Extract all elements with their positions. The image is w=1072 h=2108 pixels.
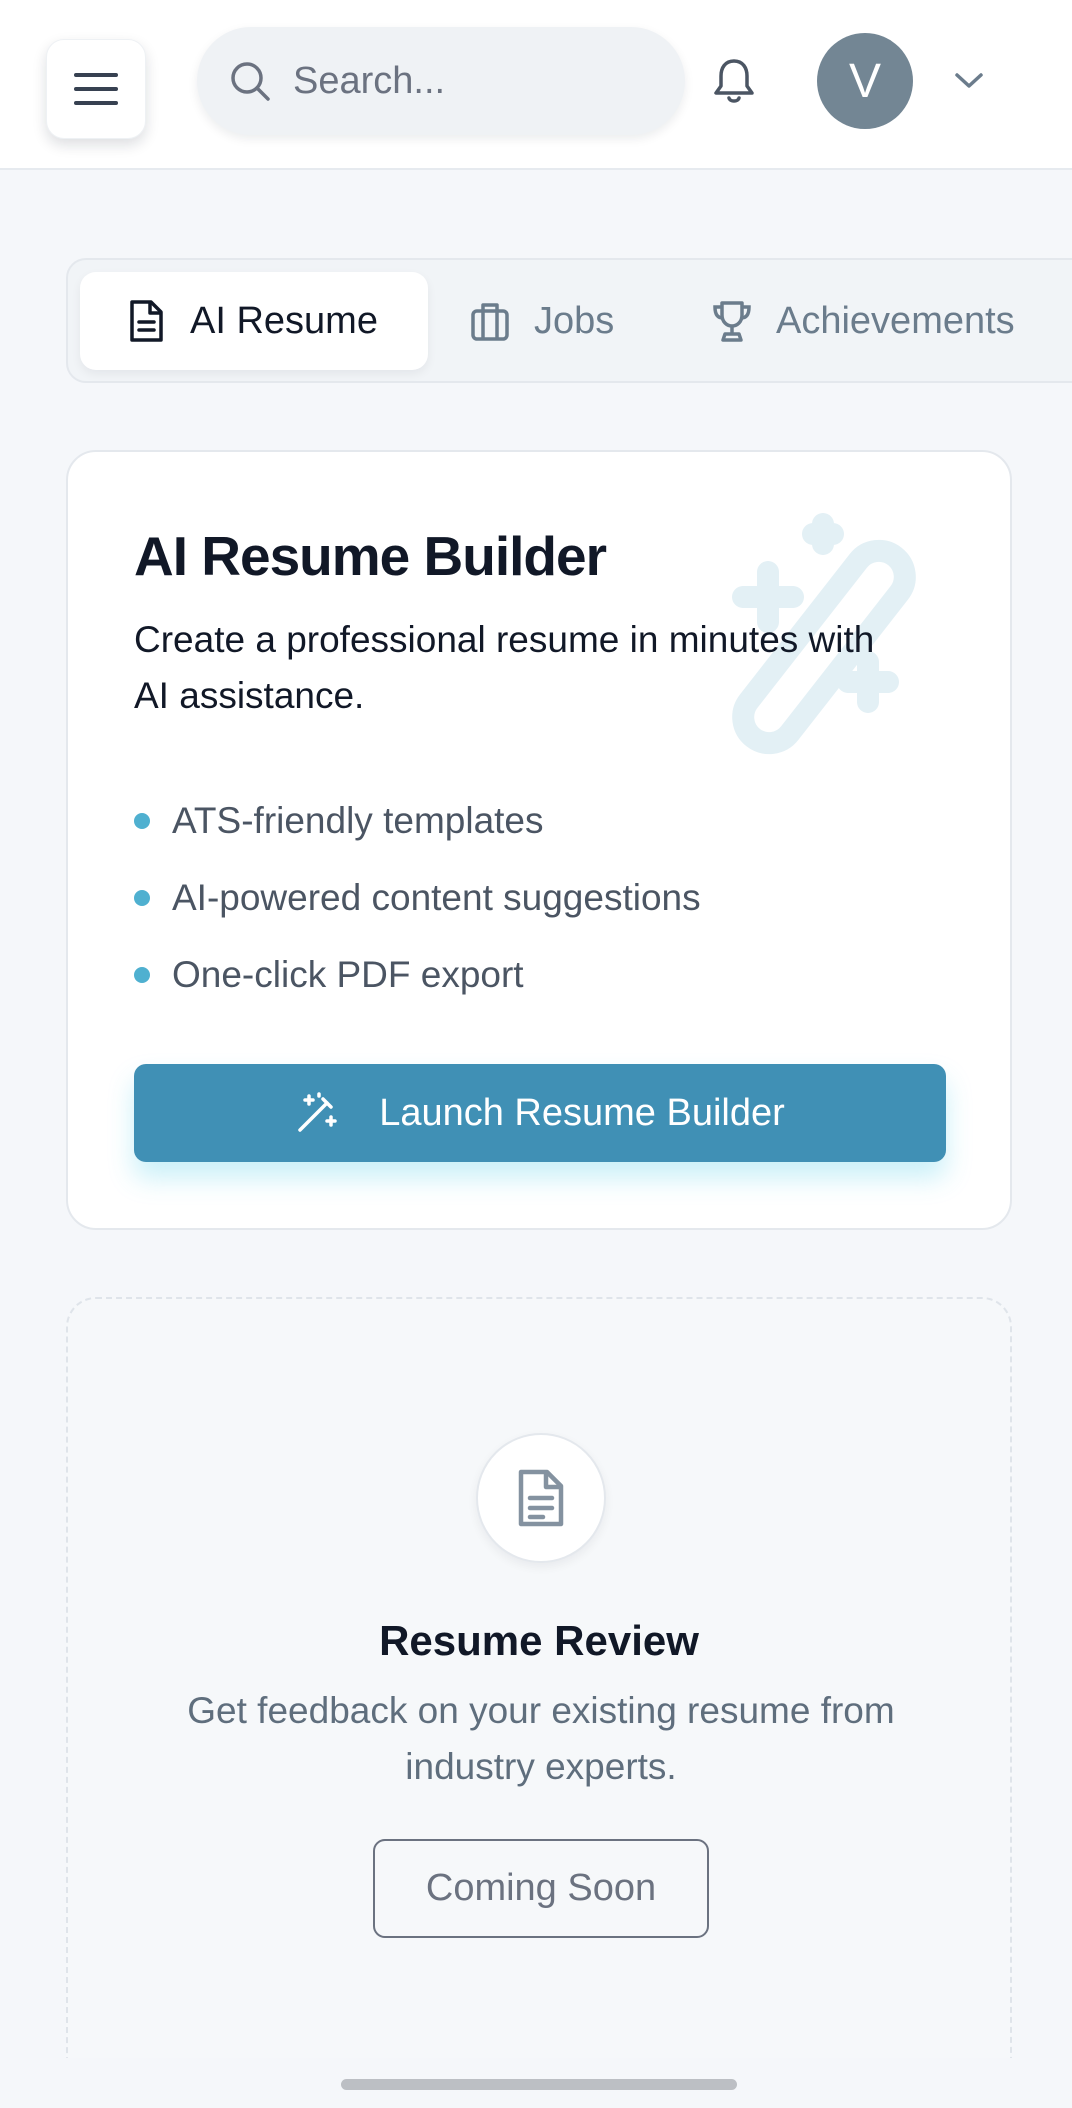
hamburger-icon — [74, 73, 118, 105]
search-icon — [231, 62, 270, 101]
card-title: AI Resume Builder — [134, 525, 607, 587]
tab-achievements[interactable]: Achievements — [712, 272, 1015, 370]
magic-wand-icon — [298, 1092, 337, 1132]
chevron-down-icon[interactable] — [953, 67, 985, 93]
list-item: ATS-friendly templates — [134, 782, 701, 859]
coming-soon-button[interactable]: Coming Soon — [373, 1839, 709, 1938]
button-label: Launch Resume Builder — [379, 1091, 785, 1134]
review-title: Resume Review — [379, 1617, 699, 1664]
document-icon — [518, 1469, 564, 1527]
feature-text: AI-powered content suggestions — [172, 876, 701, 918]
tab-jobs[interactable]: Jobs — [470, 272, 614, 370]
briefcase-icon — [471, 303, 509, 341]
list-item: One-click PDF export — [134, 936, 701, 1013]
tab-bar: AI Resume Jobs Achievements — [66, 258, 1072, 383]
document-icon-badge — [476, 1433, 606, 1563]
tab-label: Achievements — [776, 299, 1015, 342]
tab-label: AI Resume — [190, 299, 378, 342]
launch-resume-builder-button[interactable]: Launch Resume Builder — [134, 1064, 946, 1162]
feature-text: ATS-friendly templates — [172, 799, 544, 841]
list-item: AI-powered content suggestions — [134, 859, 701, 936]
avatar-initial: V — [848, 54, 881, 108]
bullet-dot — [134, 812, 150, 829]
user-avatar[interactable]: V — [817, 33, 913, 129]
app-page: V AI Resume Jobs — [0, 0, 1072, 2108]
resume-builder-card: AI Resume Builder Create a professional … — [66, 450, 1012, 1230]
bullet-dot — [134, 966, 150, 983]
tab-label: Jobs — [534, 299, 615, 342]
search-input[interactable] — [293, 59, 653, 103]
bell-icon[interactable] — [710, 56, 758, 106]
home-indicator[interactable] — [341, 2079, 737, 2090]
tab-ai-resume[interactable]: AI Resume — [80, 272, 428, 370]
document-icon — [130, 300, 163, 342]
resume-review-card: Resume Review Get feedback on your exist… — [66, 1297, 1012, 2108]
top-header: V — [0, 0, 1072, 170]
bullet-dot — [134, 889, 150, 906]
trophy-icon — [713, 301, 751, 342]
review-description: Get feedback on your existing resume fro… — [187, 1690, 895, 1787]
search-bar[interactable] — [197, 27, 685, 135]
card-description: Create a professional resume in minutes … — [134, 619, 875, 716]
feature-text: One-click PDF export — [172, 953, 524, 995]
feature-list: ATS-friendly templates AI-powered conten… — [134, 782, 701, 1013]
menu-button[interactable] — [46, 39, 146, 139]
